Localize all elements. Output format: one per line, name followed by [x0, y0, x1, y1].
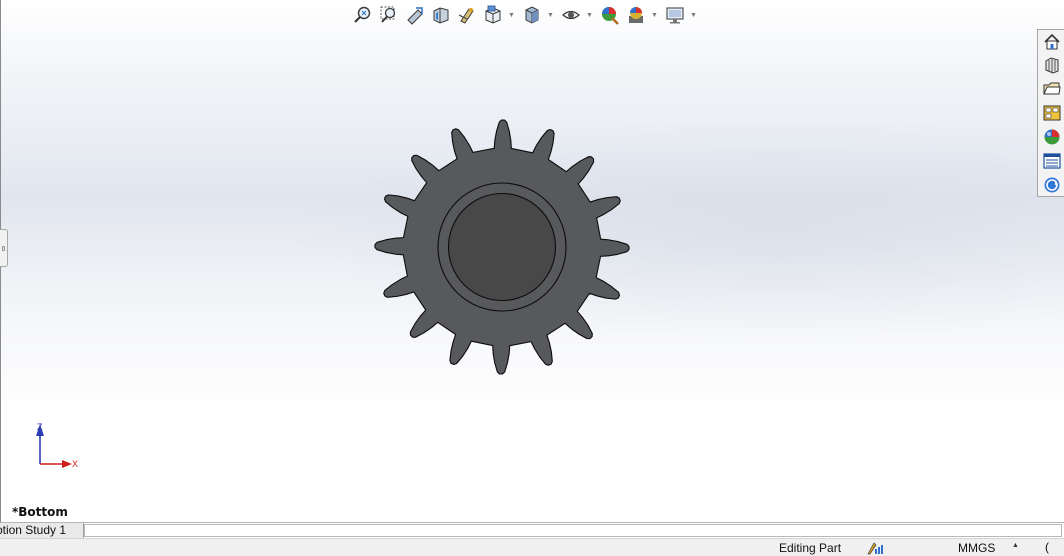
chevron-down-icon[interactable]: ▼ — [508, 4, 515, 26]
unit-system-text[interactable]: MMGS — [958, 541, 995, 555]
status-bar: Editing Part MMGS ▲ ( — [0, 538, 1064, 556]
feature-manager-collapse-handle[interactable] — [0, 229, 8, 267]
chevron-down-icon[interactable]: ▼ — [651, 4, 658, 26]
chevron-down-icon[interactable]: ▼ — [586, 4, 593, 26]
view-settings-icon[interactable] — [664, 4, 686, 26]
edit-appearance-icon[interactable] — [599, 4, 621, 26]
gear-bore[interactable] — [447, 192, 557, 302]
view-orientation-label: *Bottom — [12, 505, 68, 519]
appearances-scenes-icon[interactable] — [1040, 126, 1063, 148]
zoom-to-fit-icon[interactable] — [352, 4, 374, 26]
solidworks-resources-icon[interactable] — [1040, 31, 1063, 53]
previous-view-icon[interactable] — [404, 4, 426, 26]
z-axis-label: Z — [37, 422, 43, 432]
hide-show-items-icon[interactable] — [560, 4, 582, 26]
chevron-down-icon[interactable]: ▼ — [690, 4, 697, 26]
solidworks-forum-icon[interactable] — [1040, 174, 1063, 196]
tab-label: Motion Study 1 — [0, 523, 66, 537]
x-axis-arrowhead — [62, 460, 72, 468]
status-bar-overflow: ( — [1045, 540, 1049, 554]
gear-model[interactable] — [370, 118, 634, 378]
task-pane-tabs — [1037, 29, 1064, 197]
file-explorer-icon[interactable] — [1040, 78, 1063, 100]
model-tab-strip: Motion Study 1 — [0, 522, 1064, 538]
display-style-icon[interactable] — [521, 4, 543, 26]
unit-system-arrow-icon[interactable]: ▲ — [1012, 542, 1019, 549]
dynamic-annotation-views-icon[interactable] — [456, 4, 478, 26]
tab-motion-study[interactable]: Motion Study 1 — [0, 523, 84, 538]
heads-up-view-toolbar: ▼ ▼ ▼ ▼ ▼ — [352, 2, 703, 28]
chevron-down-icon[interactable]: ▼ — [547, 4, 554, 26]
coordinate-triad: Z X — [36, 422, 78, 469]
custom-properties-icon[interactable] — [1040, 150, 1063, 172]
apply-scene-icon[interactable] — [625, 4, 647, 26]
zoom-to-area-icon[interactable] — [378, 4, 400, 26]
tab-scrollbar[interactable] — [84, 524, 1062, 537]
x-axis-label: X — [72, 459, 78, 469]
view-palette-icon[interactable] — [1040, 102, 1063, 124]
view-orientation-icon[interactable] — [482, 4, 504, 26]
rebuild-status-icon[interactable] — [866, 540, 884, 555]
editing-mode-text: Editing Part — [779, 541, 842, 555]
design-library-icon[interactable] — [1040, 54, 1063, 76]
section-view-icon[interactable] — [430, 4, 452, 26]
